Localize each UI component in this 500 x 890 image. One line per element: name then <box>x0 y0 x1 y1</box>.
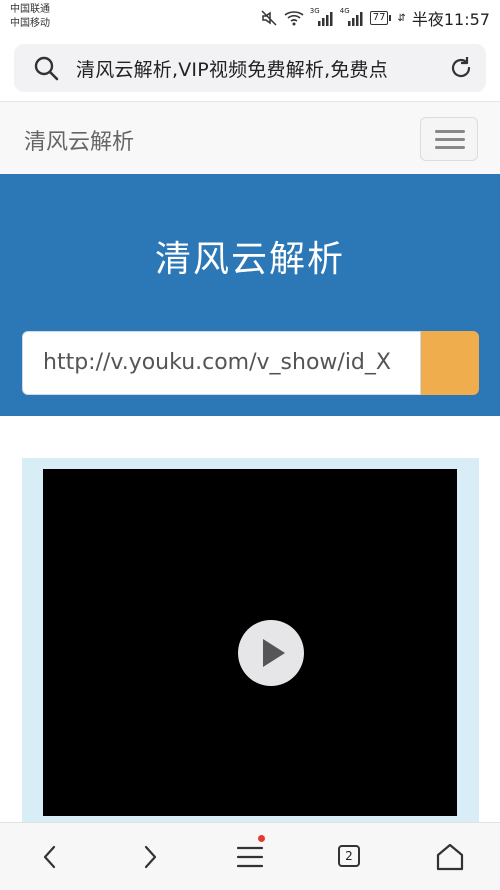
home-icon[interactable] <box>432 839 468 875</box>
mute-icon <box>260 9 278 27</box>
forward-icon[interactable] <box>132 839 168 875</box>
hamburger-icon-bar <box>435 130 465 133</box>
hamburger-icon-bar <box>435 138 465 141</box>
status-icons: 3G 4G 77 ⇵ 半夜11:57 <box>260 7 490 29</box>
site-brand[interactable]: 清风云解析 <box>24 124 134 156</box>
video-url-input[interactable]: http://v.youku.com/v_show/id_X <box>22 331 421 395</box>
notification-dot <box>258 835 265 842</box>
tab-count: 2 <box>338 845 360 867</box>
address-text[interactable]: 清风云解析,VIP视频免费解析,免费点 <box>76 55 440 82</box>
hero-banner: 清风云解析 http://v.youku.com/v_show/id_X <box>0 174 500 416</box>
search-icon[interactable] <box>32 54 60 82</box>
browser-address-bar[interactable]: 清风云解析,VIP视频免费解析,免费点 <box>14 44 486 92</box>
refresh-icon[interactable] <box>448 55 474 81</box>
carrier-1-label: 中国联通 <box>10 4 50 15</box>
play-icon[interactable] <box>238 620 304 686</box>
back-icon[interactable] <box>32 839 68 875</box>
wifi-icon <box>284 10 304 26</box>
video-player[interactable] <box>43 469 457 816</box>
charging-arrows-icon: ⇵ <box>397 12 406 24</box>
url-input-group: http://v.youku.com/v_show/id_X <box>22 331 479 395</box>
net-4g-label: 4G <box>339 7 350 15</box>
browser-bottom-bar: 2 <box>0 822 500 890</box>
battery-level: 77 <box>369 11 389 25</box>
status-bar: 中国联通 中国移动 3G 4G 77 ⇵ 半夜11:57 <box>0 0 500 36</box>
tabs-button[interactable]: 2 <box>332 839 368 875</box>
hamburger-icon-bar <box>435 146 465 149</box>
parse-button[interactable] <box>421 331 479 395</box>
signal-3g-icon: 3G <box>309 7 334 26</box>
site-navbar: 清风云解析 <box>0 101 500 175</box>
net-3g-label: 3G <box>309 7 320 15</box>
menu-icon[interactable] <box>232 835 268 875</box>
carrier-2-label: 中国移动 <box>10 18 50 29</box>
battery-icon: 77 <box>369 11 392 25</box>
hero-title: 清风云解析 <box>154 239 345 280</box>
menu-toggle-button[interactable] <box>420 117 478 161</box>
player-container <box>22 458 479 838</box>
clock: 半夜11:57 <box>411 10 490 29</box>
signal-4g-icon: 4G <box>339 7 364 26</box>
